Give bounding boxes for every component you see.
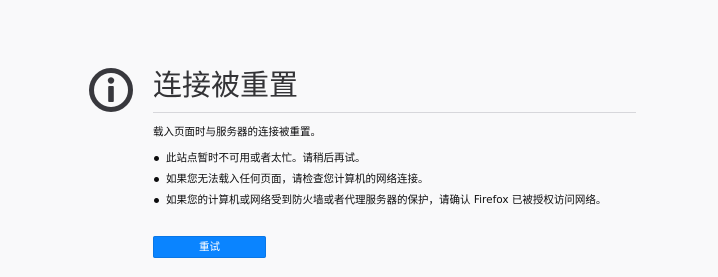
bullet-icon — [154, 156, 159, 161]
suggestion-item: 如果您的计算机或网络受到防火墙或者代理服务器的保护，请确认 Firefox 已被… — [153, 193, 606, 208]
page-title: 连接被重置 — [153, 68, 299, 102]
suggestion-item: 如果您无法载入任何页面，请检查您计算机的网络连接。 — [153, 172, 606, 187]
suggestion-item: 此站点暂时不可用或者太忙。请稍后再试。 — [153, 151, 606, 166]
suggestion-text: 此站点暂时不可用或者太忙。请稍后再试。 — [166, 152, 366, 164]
bullet-icon — [154, 198, 159, 203]
suggestion-text: 如果您无法载入任何页面，请检查您计算机的网络连接。 — [166, 173, 429, 185]
suggestion-list: 此站点暂时不可用或者太忙。请稍后再试。 如果您无法载入任何页面，请检查您计算机的… — [153, 151, 606, 214]
bullet-icon — [154, 177, 159, 182]
title-divider — [153, 112, 636, 113]
suggestion-text: 如果您的计算机或网络受到防火墙或者代理服务器的保护，请确认 Firefox 已被… — [166, 194, 607, 206]
info-icon — [89, 68, 133, 112]
try-again-button[interactable]: 重试 — [153, 236, 266, 258]
error-description: 载入页面时与服务器的连接被重置。 — [153, 126, 321, 138]
